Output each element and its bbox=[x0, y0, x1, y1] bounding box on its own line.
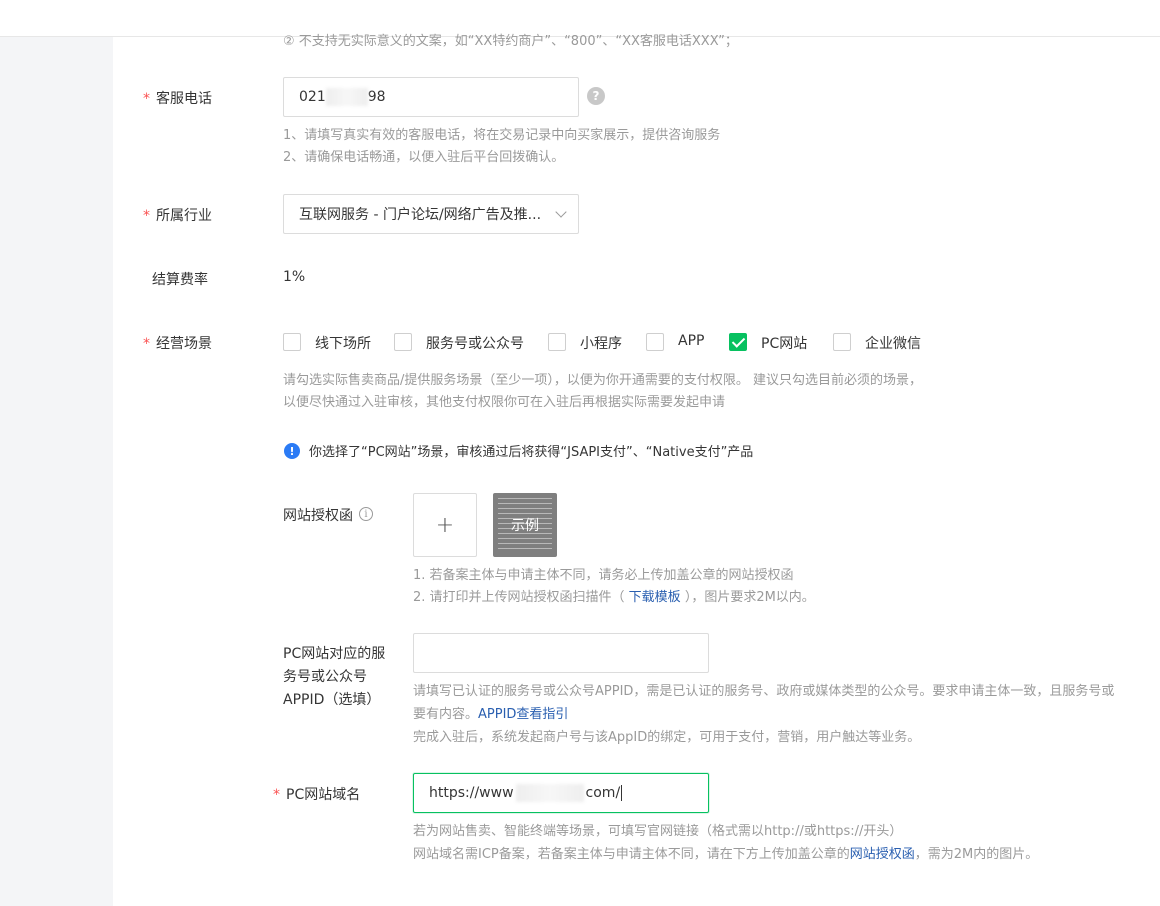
scenes-hint-2: 以便尽快通过入驻审核，其他支付权限你可在入驻后再根据实际需要发起申请 bbox=[283, 395, 726, 410]
auth-letter-label: 网站授权函 bbox=[283, 508, 353, 524]
fee-label: 结算费率 bbox=[152, 272, 208, 288]
scenes-notice: 你选择了“PC网站”场景，审核通过后将获得“JSAPI支付”、“Native支付… bbox=[309, 445, 754, 460]
help-icon[interactable]: ? bbox=[587, 87, 605, 105]
domain-hint-1: 若为网站售卖、智能终端等场景，可填写官网链接（格式需以http://或https… bbox=[413, 824, 903, 839]
domain-hint-2: 网站域名需ICP备案，若备案主体与申请主体不同，请在下方上传加盖公章的网站授权函… bbox=[413, 847, 1039, 862]
sample-image[interactable]: 示例 bbox=[493, 493, 557, 557]
industry-select[interactable]: 互联网服务 - 门户论坛/网络广告及推... bbox=[283, 194, 579, 234]
checkbox-app-label[interactable]: APP bbox=[678, 333, 704, 349]
auth-letter-hint-1: 1. 若备案主体与申请主体不同，请务必上传加盖公章的网站授权函 bbox=[413, 568, 794, 583]
top-hint: ② 不支持无实际意义的文案，如“XX特约商户”、“800”、“XX客服电话XXX… bbox=[283, 34, 738, 49]
domain-input[interactable]: https://www com/ bbox=[413, 773, 709, 813]
checkbox-official-account-label[interactable]: 服务号或公众号 bbox=[426, 333, 524, 353]
auth-letter-link[interactable]: 网站授权函 bbox=[850, 847, 915, 862]
appid-hint-3: 完成入驻后，系统发起商户号与该AppID的绑定，可用于支付，营销，用户触达等业务… bbox=[413, 730, 921, 745]
appid-guide-link[interactable]: APPID查看指引 bbox=[478, 707, 568, 722]
checkbox-official-account[interactable] bbox=[394, 333, 412, 351]
redacted-mask bbox=[515, 784, 584, 802]
checkbox-mini-program[interactable] bbox=[548, 333, 566, 351]
checkbox-pc-website[interactable] bbox=[729, 333, 747, 351]
required-mark: * bbox=[143, 91, 150, 107]
sample-label: 示例 bbox=[511, 518, 539, 534]
checkbox-mini-program-label[interactable]: 小程序 bbox=[580, 333, 622, 353]
service-phone-hint-2: 2、请确保电话畅通，以便入驻后平台回拨确认。 bbox=[283, 150, 565, 165]
service-phone-label: * 客服电话 bbox=[143, 91, 212, 107]
download-template-link[interactable]: 下载模板 bbox=[629, 590, 681, 605]
scenes-label: * 经营场景 bbox=[143, 336, 212, 352]
scenes-hint-1: 请勾选实际售卖商品/提供服务场景（至少一项），以便为你开通需要的支付权限。 建议… bbox=[283, 373, 923, 388]
checkbox-app[interactable] bbox=[646, 333, 664, 351]
info-outline-icon[interactable]: i bbox=[359, 507, 373, 521]
redacted-mask bbox=[325, 88, 368, 106]
info-icon: ! bbox=[284, 443, 300, 459]
plus-icon: + bbox=[435, 512, 455, 538]
upload-button[interactable]: + bbox=[413, 493, 477, 557]
appid-label: PC网站对应的服 务号或公众号 APPID（选填） bbox=[283, 646, 386, 708]
checkbox-wecom-label[interactable]: 企业微信 bbox=[865, 333, 921, 353]
checkbox-offline[interactable] bbox=[283, 333, 301, 351]
text-caret bbox=[621, 785, 623, 801]
fee-value: 1% bbox=[283, 269, 306, 285]
auth-letter-hint-2: 2. 请打印并上传网站授权函扫描件（ 下载模板 ），图片要求2M以内。 bbox=[413, 590, 815, 605]
industry-label: * 所属行业 bbox=[143, 208, 212, 224]
domain-label: * PC网站域名 bbox=[273, 787, 361, 803]
checkbox-wecom[interactable] bbox=[833, 333, 851, 351]
service-phone-input[interactable]: 021 98 bbox=[283, 77, 579, 117]
appid-hint-2: 要有内容。APPID查看指引 bbox=[413, 707, 569, 722]
appid-input[interactable] bbox=[413, 633, 709, 673]
service-phone-hint-1: 1、请填写真实有效的客服电话，将在交易记录中向买家展示，提供咨询服务 bbox=[283, 128, 721, 143]
checkbox-offline-label[interactable]: 线下场所 bbox=[315, 333, 371, 353]
checkbox-pc-website-label[interactable]: PC网站 bbox=[761, 333, 807, 353]
appid-hint-1: 请填写已认证的服务号或公众号APPID，需是已认证的服务号、政府或媒体类型的公众… bbox=[413, 684, 1115, 699]
